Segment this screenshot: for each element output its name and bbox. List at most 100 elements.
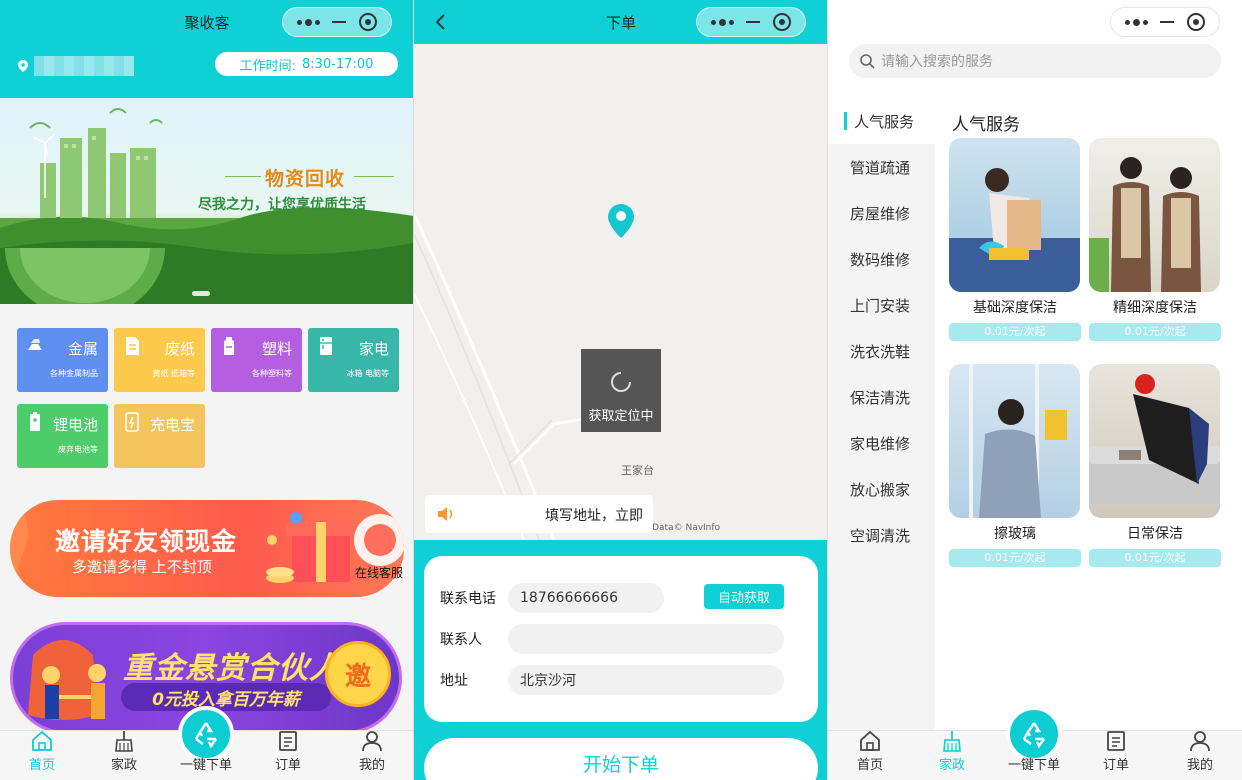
sidebar-item-label: 放心搬家 <box>850 480 911 499</box>
banner-title: 物资回收 <box>265 168 346 190</box>
sidebar-item-cleaning[interactable]: 保洁清洗 <box>828 374 935 420</box>
minimize-icon[interactable] <box>1160 21 1175 23</box>
minimize-icon[interactable] <box>746 21 761 23</box>
battery-icon <box>30 412 40 431</box>
service-search-bar[interactable]: 请输入搜索的服务 <box>849 44 1221 78</box>
service-name: 日常保洁 <box>1127 526 1183 542</box>
work-time-label: 工作时间: <box>239 58 297 74</box>
order-list-icon <box>279 731 297 751</box>
address-notice: 填写地址，立即 <box>425 495 653 533</box>
sidebar-item-label: 管道疏通 <box>850 158 911 177</box>
carousel-indicator[interactable] <box>192 291 210 296</box>
category-appliance[interactable]: 家电 冰箱 电脑等 <box>308 328 399 392</box>
tab-mine[interactable]: 我的 <box>1170 729 1230 773</box>
plastic-bottle-icon <box>224 337 234 355</box>
sidebar-item-installation[interactable]: 上门安装 <box>828 282 935 328</box>
speaker-icon <box>438 507 453 521</box>
close-icon[interactable] <box>1186 13 1205 31</box>
service-card-basic-cleaning[interactable]: 基础深度保洁 0.01元/次起 <box>949 138 1081 341</box>
sidebar-item-appliance-repair[interactable]: 家电维修 <box>828 420 935 466</box>
service-card-fine-cleaning[interactable]: 精细深度保洁 0.01元/次起 <box>1089 138 1221 341</box>
more-icon[interactable] <box>297 18 321 26</box>
tab-label: 家政 <box>110 758 137 773</box>
tab-mine[interactable]: 我的 <box>342 729 402 773</box>
housekeeping-screen: 请输入搜索的服务 人气服务 管道疏通 房屋维修 数码维修 上门安装 洗衣洗鞋 保… <box>828 0 1242 780</box>
category-name: 锂电池 <box>52 416 98 434</box>
mini-program-capsule[interactable] <box>282 7 392 37</box>
category-power-bank[interactable]: 充电宝 <box>114 404 205 468</box>
sidebar-item-label: 数码维修 <box>850 250 911 269</box>
invite-friends-banner[interactable]: 邀请好友领现金 多邀请多得 上不封顶 <box>10 500 404 597</box>
blurred-address <box>34 56 134 76</box>
work-time-value: 8:30-17:00 <box>302 56 374 72</box>
banner-recycling[interactable]: 物资回收 尽我之力，让您享优质生活 <box>0 98 413 304</box>
address-label: 地址 <box>440 673 468 689</box>
section-title: 人气服务 <box>952 115 1020 135</box>
service-price: 0.01元/次起 <box>1089 323 1221 341</box>
service-card-daily-cleaning[interactable]: 日常保洁 0.01元/次起 <box>1089 364 1221 567</box>
tab-label: 首页 <box>28 758 55 773</box>
category-desc: 废弃电池等 <box>58 445 98 454</box>
recycle-icon <box>194 722 217 749</box>
tab-home[interactable]: 首页 <box>840 729 900 773</box>
search-icon <box>860 54 875 69</box>
phone-input[interactable] <box>508 583 664 613</box>
sidebar-item-laundry[interactable]: 洗衣洗鞋 <box>828 328 935 374</box>
tab-label: 我的 <box>358 758 385 773</box>
tab-home[interactable]: 首页 <box>12 729 72 773</box>
loading-toast: 获取定位中 <box>581 349 661 432</box>
sidebar-item-house-repair[interactable]: 房屋维修 <box>828 190 935 236</box>
service-image <box>949 364 1080 518</box>
tab-label: 家政 <box>938 758 965 773</box>
mini-program-capsule[interactable] <box>1110 7 1220 37</box>
recycle-icon <box>1022 722 1045 749</box>
sidebar-item-label: 空调清洗 <box>850 526 911 545</box>
category-name: 塑料 <box>261 340 292 358</box>
sidebar-item-pipe[interactable]: 管道疏通 <box>828 144 935 190</box>
service-card-window-cleaning[interactable]: 擦玻璃 0.01元/次起 <box>949 364 1081 567</box>
more-icon[interactable] <box>1125 18 1149 26</box>
notice-text: 填写地址，立即 <box>545 508 643 524</box>
sidebar-item-moving[interactable]: 放心搬家 <box>828 466 935 512</box>
tab-label: 我的 <box>1186 758 1213 773</box>
phone-label: 联系电话 <box>440 591 496 607</box>
mini-program-capsule[interactable] <box>696 7 806 37</box>
auto-fill-button[interactable]: 自动获取 <box>704 584 784 609</box>
close-icon[interactable] <box>358 13 377 31</box>
start-order-button[interactable]: 开始下单 <box>424 738 818 780</box>
address-input[interactable] <box>508 665 784 695</box>
category-name: 家电 <box>358 340 389 358</box>
category-desc: 各种塑料等 <box>252 369 292 378</box>
one-click-order-label: 一键下单 <box>179 758 232 773</box>
sidebar-item-ac-cleaning[interactable]: 空调清洗 <box>828 512 935 558</box>
order-header: 下单 <box>414 0 827 44</box>
bounty-title: 重金悬赏合伙人 <box>123 651 340 686</box>
category-desc: 冰箱 电脑等 <box>346 369 389 378</box>
service-image <box>1089 364 1220 518</box>
location-selector[interactable] <box>18 56 134 76</box>
contact-input[interactable] <box>508 624 784 654</box>
tab-orders[interactable]: 订单 <box>258 729 318 773</box>
sidebar-item-label: 房屋维修 <box>850 204 911 223</box>
minimize-icon[interactable] <box>332 21 347 23</box>
online-customer-service-button[interactable]: 在线客服 <box>355 564 403 581</box>
category-paper[interactable]: 废纸 黄纸 纸箱等 <box>114 328 205 392</box>
sidebar-item-label: 保洁清洗 <box>850 388 911 407</box>
close-icon[interactable] <box>772 13 791 31</box>
service-category-sidebar: 人气服务 管道疏通 房屋维修 数码维修 上门安装 洗衣洗鞋 保洁清洗 家电维修 … <box>828 98 935 730</box>
tab-orders[interactable]: 订单 <box>1086 729 1146 773</box>
category-plastic[interactable]: 塑料 各种塑料等 <box>211 328 302 392</box>
tab-housekeeping[interactable]: 家政 <box>94 729 154 773</box>
category-lithium-battery[interactable]: 锂电池 废弃电池等 <box>17 404 108 468</box>
invite-badge: 邀 <box>325 641 391 707</box>
sidebar-item-popular[interactable]: 人气服务 <box>828 98 935 144</box>
contact-form: 联系电话 自动获取 联系人 地址 <box>424 556 818 722</box>
sidebar-item-digital-repair[interactable]: 数码维修 <box>828 236 935 282</box>
category-name: 废纸 <box>164 340 195 358</box>
category-metal[interactable]: 金属 各种金属制品 <box>17 328 108 392</box>
tab-housekeeping[interactable]: 家政 <box>922 729 982 773</box>
more-icon[interactable] <box>711 18 735 26</box>
home-icon <box>860 730 880 751</box>
map-view[interactable]: 获取定位中 王家台 - Data© NavInfo 填写地址，立即 <box>414 44 827 540</box>
service-name: 擦玻璃 <box>994 526 1036 542</box>
